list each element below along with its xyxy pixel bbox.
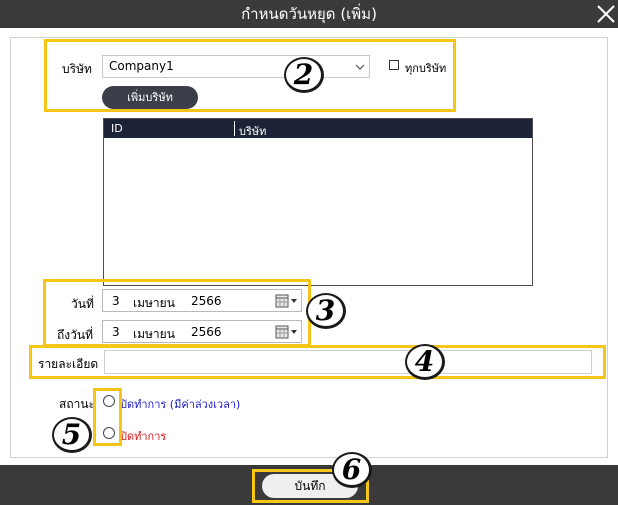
highlight-dates — [43, 279, 311, 347]
highlight-detail — [29, 345, 606, 379]
status-label: สถานะ — [59, 397, 95, 411]
callout-5: 5 — [52, 417, 92, 453]
callout-6: 6 — [332, 452, 372, 488]
highlight-status — [93, 388, 122, 446]
grid-col-id[interactable]: ID — [111, 122, 123, 135]
close-icon[interactable] — [594, 2, 618, 26]
status-option-closed[interactable]: ปิดทำการ — [120, 427, 166, 445]
grid-col-company[interactable]: บริษัท — [239, 122, 266, 140]
status-option-closed-overtime[interactable]: ปิดทำการ (มีค่าล่วงเวลา) — [120, 395, 240, 413]
grid-header: ID บริษัท — [104, 119, 532, 138]
callout-4: 4 — [405, 344, 445, 380]
callout-3: 3 — [306, 293, 346, 329]
column-divider — [234, 121, 235, 136]
highlight-company — [44, 39, 456, 112]
company-grid[interactable]: ID บริษัท — [103, 118, 533, 286]
callout-2: 2 — [284, 57, 324, 93]
window-title: กำหนดวันหยุด (เพิ่ม) — [241, 5, 377, 23]
